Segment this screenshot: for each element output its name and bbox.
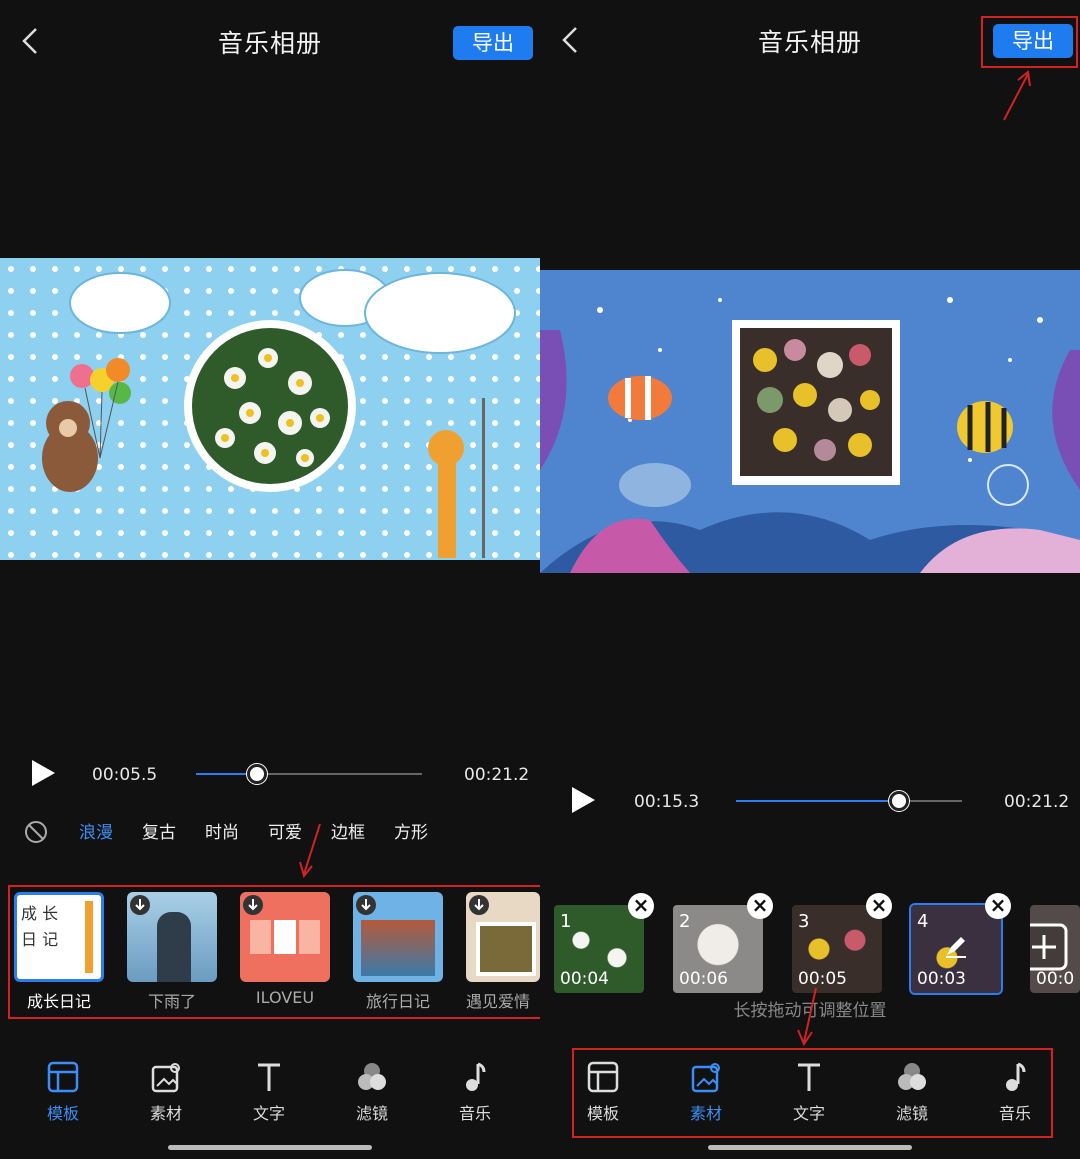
add-clip-icon[interactable] bbox=[1030, 923, 1068, 971]
remove-clip-button[interactable]: × bbox=[985, 893, 1011, 919]
nav-filter[interactable]: 滤镜 bbox=[332, 1060, 412, 1124]
annotation-arrow bbox=[299, 823, 321, 879]
clip-index: 3 bbox=[798, 911, 810, 932]
total-time: 00:21.2 bbox=[464, 765, 530, 785]
home-indicator[interactable] bbox=[168, 1145, 372, 1150]
clip-duration: 00:0 bbox=[1036, 969, 1075, 989]
material-icon bbox=[151, 1063, 180, 1093]
ocean-preview-illustration bbox=[540, 270, 1080, 573]
category-border[interactable]: 边框 bbox=[331, 818, 365, 843]
nav-label: 模板 bbox=[46, 1104, 79, 1123]
nav-label: 素材 bbox=[149, 1104, 182, 1123]
play-icon[interactable] bbox=[568, 785, 598, 815]
nav-label: 音乐 bbox=[458, 1104, 491, 1123]
clip-duration: 00:04 bbox=[560, 969, 609, 989]
nav-music[interactable]: 音乐 bbox=[435, 1060, 515, 1124]
right-screen: 音乐相册 导出 00:15.3 00:21.2 1 00:04 × 2 00:0… bbox=[540, 0, 1080, 1159]
clip-item-partial[interactable]: 00:0 bbox=[1030, 905, 1080, 993]
annotation-arrow bbox=[797, 987, 817, 1047]
current-time: 00:15.3 bbox=[634, 792, 700, 812]
highlight-box bbox=[8, 885, 540, 1019]
music-icon bbox=[466, 1062, 486, 1091]
category-romantic[interactable]: 浪漫 bbox=[79, 818, 113, 843]
clip-item[interactable]: 3 00:05 × bbox=[792, 893, 892, 993]
template-icon bbox=[47, 1061, 79, 1093]
annotation-arrow bbox=[1003, 70, 1031, 121]
home-indicator[interactable] bbox=[708, 1145, 912, 1150]
filter-icon bbox=[358, 1063, 386, 1090]
current-time: 00:05.5 bbox=[92, 765, 158, 785]
highlight-box bbox=[981, 16, 1078, 68]
category-cute[interactable]: 可爱 bbox=[268, 818, 302, 843]
left-screen: 音乐相册 导出 00:05.5 00:21.2 浪漫 复古 时尚 可爱 边框 方… bbox=[0, 0, 540, 1159]
video-preview bbox=[0, 258, 540, 560]
category-fashion[interactable]: 时尚 bbox=[205, 818, 239, 843]
nav-text[interactable]: 文字 bbox=[229, 1060, 309, 1124]
progress-knob[interactable] bbox=[888, 791, 909, 811]
remove-clip-button[interactable]: × bbox=[866, 893, 892, 919]
clip-item[interactable]: 2 00:06 × bbox=[673, 893, 773, 993]
progress-slider[interactable] bbox=[196, 773, 422, 775]
export-button[interactable]: 导出 bbox=[453, 26, 533, 60]
category-retro[interactable]: 复古 bbox=[142, 818, 176, 843]
remove-clip-button[interactable]: × bbox=[747, 893, 773, 919]
no-template-icon[interactable] bbox=[24, 820, 48, 844]
nav-template[interactable]: 模板 bbox=[23, 1060, 103, 1124]
clip-duration: 00:03 bbox=[917, 969, 966, 989]
play-icon[interactable] bbox=[28, 758, 58, 788]
template-preview-illustration bbox=[0, 258, 540, 560]
text-icon bbox=[258, 1063, 280, 1091]
progress-slider[interactable] bbox=[736, 800, 962, 802]
total-time: 00:21.2 bbox=[1004, 792, 1070, 812]
category-square[interactable]: 方形 bbox=[394, 818, 428, 843]
clip-item[interactable]: 1 00:04 × bbox=[554, 893, 654, 993]
clip-index: 1 bbox=[560, 911, 572, 932]
video-preview bbox=[540, 270, 1080, 573]
nav-label: 滤镜 bbox=[355, 1104, 388, 1123]
highlight-box bbox=[572, 1048, 1053, 1138]
progress-knob[interactable] bbox=[247, 764, 268, 784]
remove-clip-button[interactable]: × bbox=[628, 893, 654, 919]
clip-item-selected[interactable]: 4 00:03 × bbox=[909, 893, 1011, 995]
clip-index: 4 bbox=[917, 911, 929, 932]
clip-index: 2 bbox=[679, 911, 691, 932]
edit-icon[interactable] bbox=[943, 933, 969, 959]
nav-material[interactable]: 素材 bbox=[126, 1060, 206, 1124]
nav-label: 文字 bbox=[252, 1104, 285, 1123]
clip-duration: 00:06 bbox=[679, 969, 728, 989]
